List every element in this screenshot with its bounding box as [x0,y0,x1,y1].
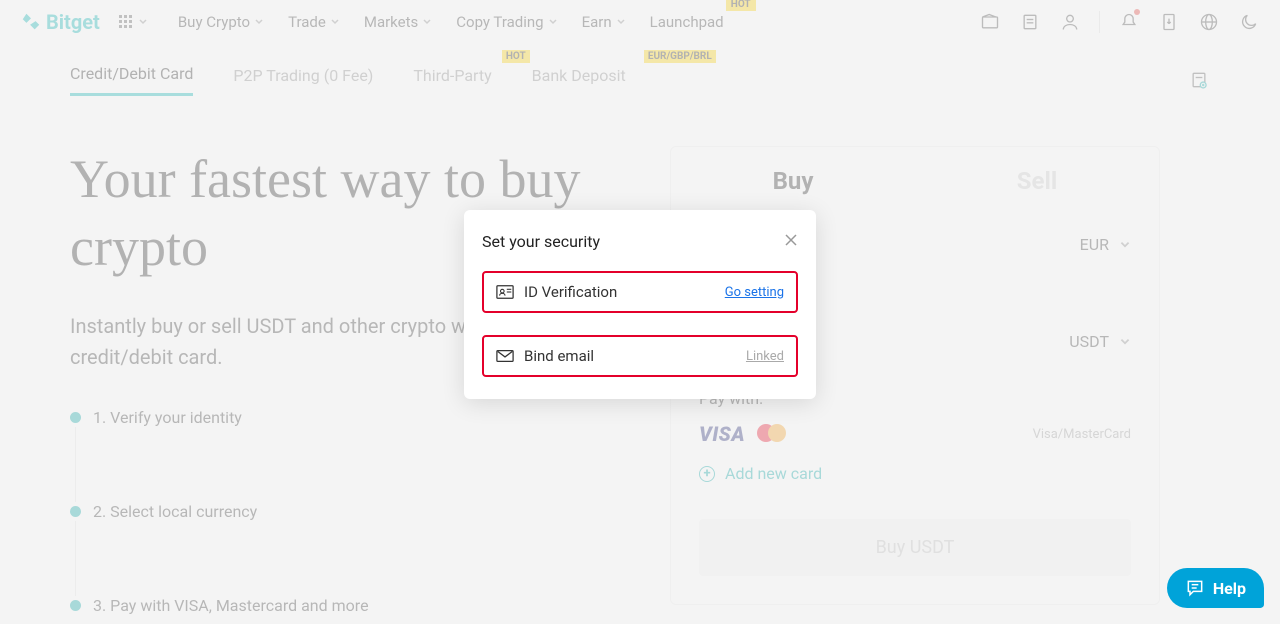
id-card-icon [496,284,514,300]
go-setting-link[interactable]: Go setting [725,285,784,300]
id-verification-label: ID Verification [496,283,617,301]
modal-overlay[interactable]: Set your security ID Verification Go set… [0,0,1280,624]
modal-title: Set your security [482,232,600,251]
bind-email-label: Bind email [496,347,594,365]
security-modal: Set your security ID Verification Go set… [464,210,816,399]
linked-status: Linked [746,349,784,364]
id-verification-row[interactable]: ID Verification Go setting [482,271,798,313]
help-button[interactable]: Help [1167,568,1264,608]
mail-icon [496,349,514,363]
modal-header: Set your security [482,232,798,251]
close-icon[interactable] [784,232,798,251]
chat-icon [1185,578,1205,598]
bind-email-row[interactable]: Bind email Linked [482,335,798,377]
